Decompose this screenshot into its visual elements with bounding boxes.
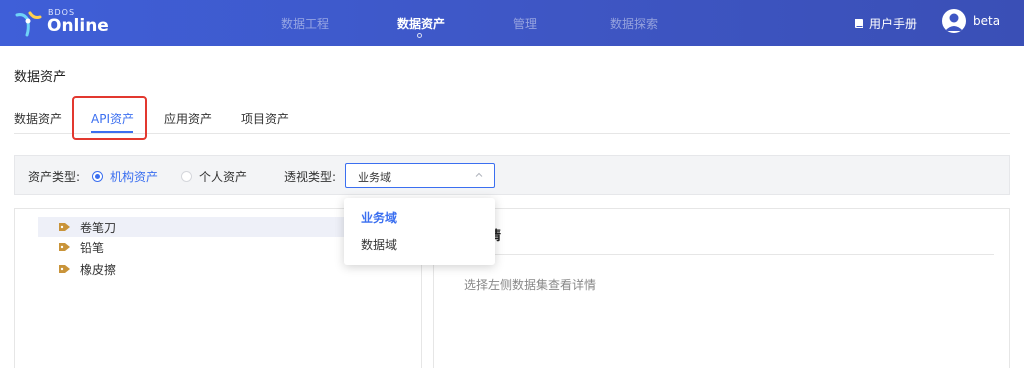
user-manual-label: 用户手册 [869,17,918,31]
app-logo[interactable]: BDOS Online [14,7,109,39]
book-icon [855,19,863,28]
avatar-icon [942,9,966,33]
detail-divider [434,254,994,255]
tag-icon [59,243,70,251]
nav-item-data-engineering[interactable]: 数据工程 [281,15,329,32]
nav-item-data-assets[interactable]: 数据资产 [397,15,445,32]
radio-checked-icon [92,171,103,182]
perspective-select-value: 业务域 [358,171,391,184]
perspective-type-select[interactable]: 业务域 [345,163,495,188]
logo-mark-icon [15,11,42,37]
nav-item-admin[interactable]: 管理 [513,15,537,32]
radio-org-assets[interactable]: 机构资产 [92,168,158,185]
detail-empty-hint: 选择左侧数据集查看详情 [464,278,597,292]
tag-icon [59,265,70,273]
tree-item-label: 橡皮擦 [80,262,117,277]
active-nav-indicator [417,33,422,38]
radio-personal-assets[interactable]: 个人资产 [181,168,247,185]
annotation-highlight-box [72,96,147,140]
dropdown-option-business-domain[interactable]: 业务域 [361,209,397,226]
logo-text: Online [47,16,109,36]
asset-tabs: 数据资产 API资产 应用资产 项目资产 [14,104,1010,134]
tab-project-assets[interactable]: 项目资产 [241,110,289,127]
page-title: 数据资产 [14,70,67,85]
dropdown-option-data-domain[interactable]: 数据域 [361,236,397,253]
perspective-dropdown-menu: 业务域 数据域 [344,198,495,265]
tag-icon [59,223,70,231]
dataset-detail-panel: 集详情 选择左侧数据集查看详情 [433,208,1010,368]
radio-personal-assets-label: 个人资产 [199,170,248,184]
chevron-up-icon [475,172,483,177]
radio-org-assets-label: 机构资产 [110,170,159,184]
asset-type-label: 资产类型: [28,170,81,184]
nav-item-data-explore[interactable]: 数据探索 [610,15,658,32]
tab-data-assets[interactable]: 数据资产 [14,110,62,127]
perspective-type-label: 透视类型: [284,170,337,184]
top-nav-bar: BDOS Online 数据工程 数据资产 管理 数据探索 用户手册 beta [0,0,1024,46]
user-menu[interactable]: beta [942,9,1000,33]
tree-item-label: 卷笔刀 [80,220,117,235]
user-manual-link[interactable]: 用户手册 [854,15,917,32]
user-name: beta [973,14,1001,28]
radio-unchecked-icon [181,171,192,182]
tree-item-label: 铅笔 [80,240,105,255]
tab-app-assets[interactable]: 应用资产 [164,110,212,127]
filter-bar: 资产类型: 机构资产 个人资产 透视类型: 业务域 [14,155,1010,195]
